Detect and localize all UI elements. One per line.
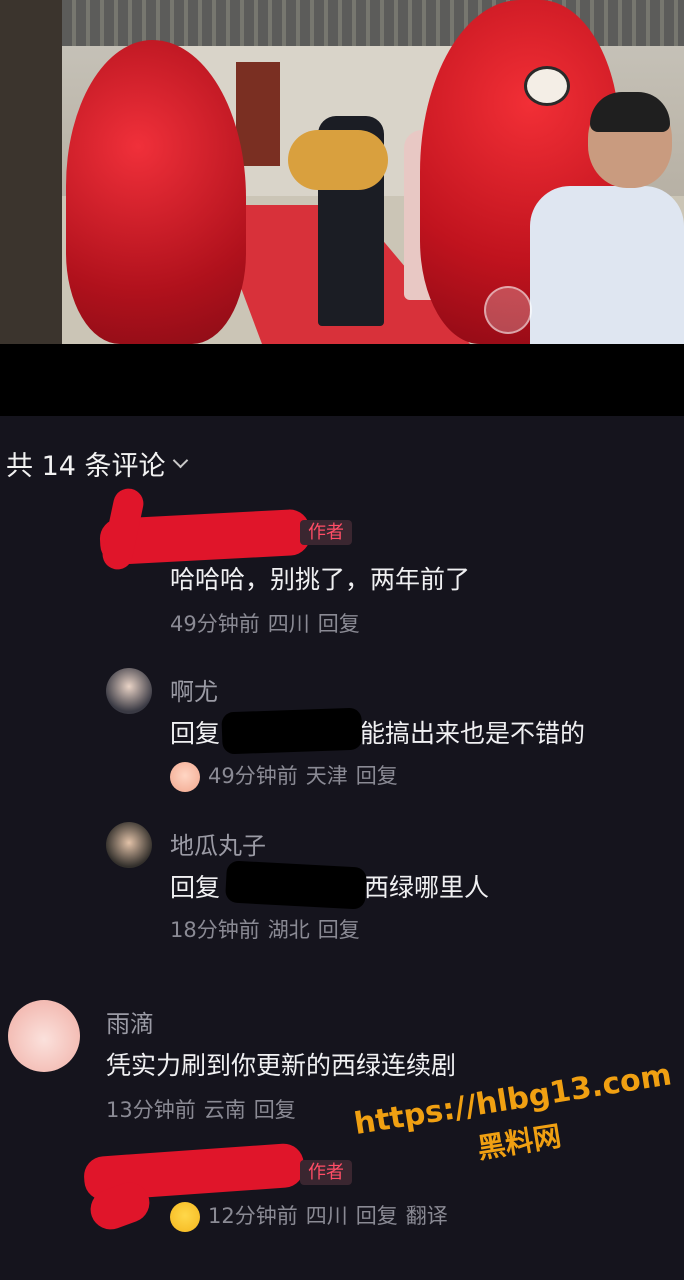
redaction-blackout	[224, 860, 368, 910]
translate-button[interactable]: 翻译	[406, 1204, 448, 1228]
avatar[interactable]	[106, 668, 152, 714]
comment-location: 云南	[203, 1098, 246, 1122]
comment-2-body: 能搞出来也是不错的	[360, 719, 586, 748]
comment-1-meta: 49分钟前 四川 回复	[170, 608, 368, 638]
comment-5-author-badge: 作者	[300, 1158, 352, 1185]
comment-3-body: 西绿哪里人	[364, 873, 490, 902]
comment-4-author[interactable]: 雨滴	[106, 1004, 154, 1039]
comment-4-meta: 13分钟前 云南 回复	[106, 1094, 304, 1124]
comment-time: 18分钟前	[170, 918, 260, 942]
comment-5-meta: 12分钟前 四川 回复 翻译	[170, 1200, 456, 1232]
video-left-edge	[0, 0, 62, 344]
video-bottom-band	[0, 344, 684, 416]
reply-prefix: 回复	[170, 719, 221, 748]
reply-button[interactable]: 回复	[318, 918, 360, 942]
avatar[interactable]	[8, 1000, 80, 1072]
comment-1-text: 哈哈哈，别挑了，两年前了	[170, 565, 471, 594]
comment-4-text: 凭实力刷到你更新的西绿连续剧	[106, 1051, 457, 1080]
comment-3-meta: 18分钟前 湖北 回复	[170, 914, 368, 944]
comments-count-header[interactable]: 共 14 条评论	[6, 444, 188, 483]
comment-time: 13分钟前	[106, 1098, 196, 1122]
comment-2-author[interactable]: 啊尤	[170, 672, 218, 707]
comment-location: 天津	[305, 764, 348, 788]
reply-button[interactable]: 回复	[254, 1098, 296, 1122]
comment-location: 四川	[267, 612, 310, 636]
reply-button[interactable]: 回复	[356, 1204, 398, 1228]
comment-1-author-badge: 作者	[300, 518, 352, 545]
reply-button[interactable]: 回复	[356, 764, 398, 788]
comment-time: 49分钟前	[208, 764, 298, 788]
reply-button[interactable]: 回复	[318, 612, 360, 636]
avatar[interactable]	[106, 822, 152, 868]
sticker-icon	[170, 762, 200, 792]
comment-location: 四川	[305, 1204, 348, 1228]
comment-time: 49分钟前	[170, 612, 260, 636]
video-control-button[interactable]	[484, 286, 532, 334]
redaction-blackout	[221, 707, 363, 755]
chevron-down-icon[interactable]	[172, 452, 188, 469]
comments-count-label: 共 14 条评论	[6, 451, 166, 482]
comment-location: 湖北	[267, 918, 310, 942]
comment-3-author[interactable]: 地瓜丸子	[170, 826, 266, 861]
reply-prefix: 回复	[170, 873, 221, 902]
video-onlooker	[530, 92, 684, 344]
comment-time: 12分钟前	[208, 1204, 298, 1228]
video-bride	[288, 130, 388, 190]
video-door	[236, 62, 280, 166]
laughing-emoji-icon	[170, 1202, 200, 1232]
comment-2-meta: 49分钟前 天津 回复	[170, 760, 406, 792]
video-player[interactable]	[0, 0, 684, 344]
